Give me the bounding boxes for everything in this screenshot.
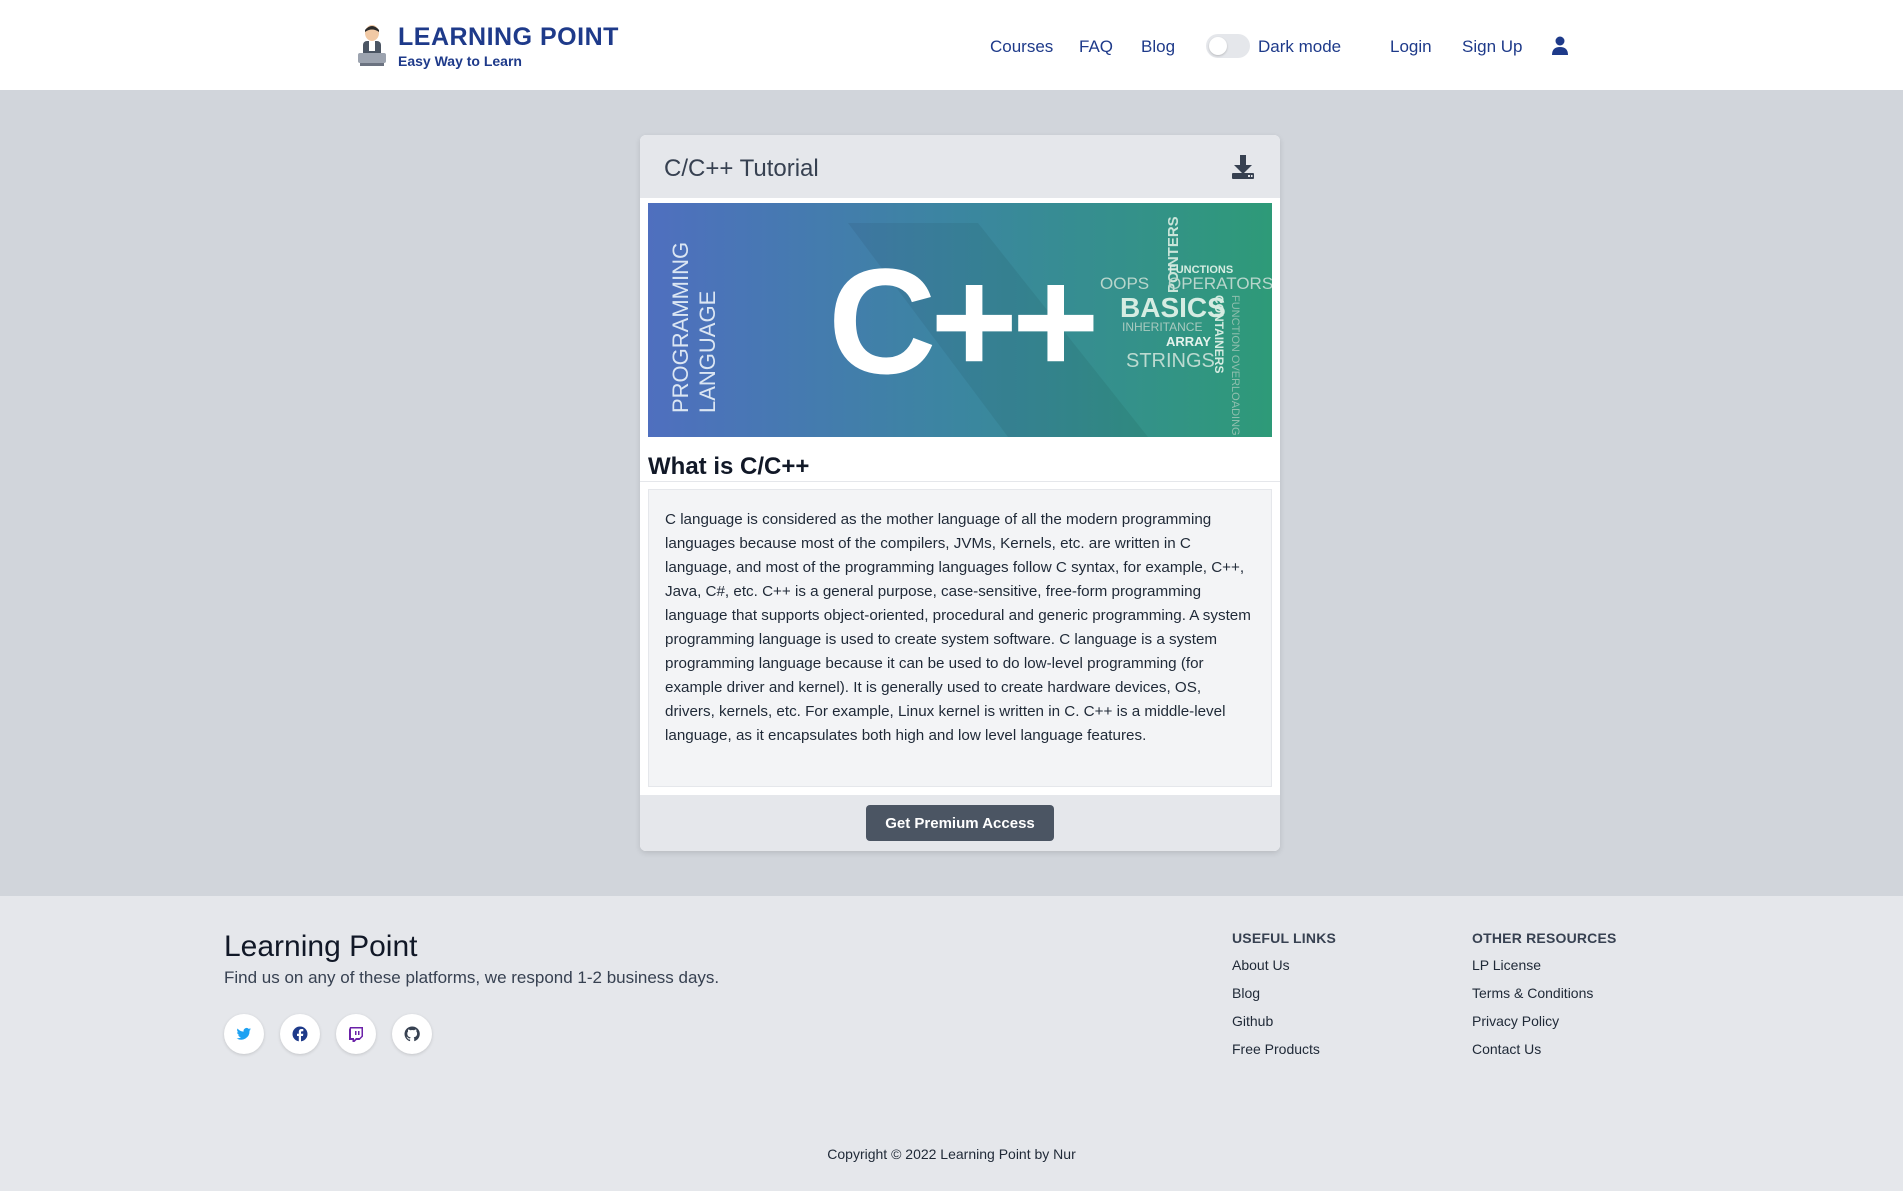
banner-word-oops: OOPS bbox=[1100, 274, 1149, 293]
site-logo[interactable]: LEARNING POINT Easy Way to Learn bbox=[356, 22, 619, 70]
facebook-button[interactable] bbox=[280, 1014, 320, 1054]
footer-link-free-products[interactable]: Free Products bbox=[1232, 1041, 1336, 1058]
banner-side-text-1: PROGRAMMING bbox=[668, 242, 693, 413]
banner-word-strings: STRINGS bbox=[1126, 350, 1215, 372]
banner-cpp-logo: C++ bbox=[828, 237, 1094, 405]
copyright-text: Copyright © 2022 Learning Point by Nur bbox=[827, 1146, 1076, 1162]
twitch-button[interactable] bbox=[336, 1014, 376, 1054]
nav-link-login[interactable]: Login bbox=[1390, 37, 1432, 57]
card-title: C/C++ Tutorial bbox=[664, 155, 819, 182]
download-icon[interactable] bbox=[1230, 153, 1256, 181]
footer-link-about-us[interactable]: About Us bbox=[1232, 957, 1336, 974]
footer-link-lp-license[interactable]: LP License bbox=[1472, 957, 1617, 974]
toggle-knob bbox=[1209, 37, 1227, 55]
section-divider bbox=[640, 481, 1280, 482]
footer-tagline: Find us on any of these platforms, we re… bbox=[224, 968, 720, 987]
dark-mode-toggle[interactable] bbox=[1206, 34, 1250, 58]
user-icon[interactable] bbox=[1551, 36, 1569, 56]
nav-link-signup[interactable]: Sign Up bbox=[1462, 37, 1522, 57]
github-button[interactable] bbox=[392, 1014, 432, 1054]
banner-side-text-2: LANGUAGE bbox=[695, 291, 720, 413]
nav-link-faq[interactable]: FAQ bbox=[1079, 37, 1113, 57]
logo-subtitle: Easy Way to Learn bbox=[398, 53, 522, 69]
description-box: C language is considered as the mother l… bbox=[648, 489, 1272, 787]
top-navbar: LEARNING POINT Easy Way to Learn Courses… bbox=[0, 0, 1903, 90]
useful-links-column: USEFUL LINKS About Us Blog Github Free P… bbox=[1232, 930, 1336, 1069]
banner-word-function-overloading: FUNCTION OVERLOADING bbox=[1229, 295, 1241, 436]
section-title: What is C/C++ bbox=[648, 453, 810, 480]
get-premium-access-button[interactable]: Get Premium Access bbox=[866, 805, 1054, 841]
site-footer: Learning Point Find us on any of these p… bbox=[0, 896, 1903, 1191]
facebook-icon bbox=[292, 1026, 308, 1042]
github-icon bbox=[404, 1026, 420, 1042]
twitter-icon bbox=[236, 1027, 251, 1040]
nav-link-courses[interactable]: Courses bbox=[990, 37, 1053, 57]
twitch-icon bbox=[349, 1027, 363, 1042]
nav-link-blog[interactable]: Blog bbox=[1141, 37, 1175, 57]
footer-link-github[interactable]: Github bbox=[1232, 1013, 1336, 1030]
footer-link-contact[interactable]: Contact Us bbox=[1472, 1041, 1617, 1058]
footer-link-blog[interactable]: Blog bbox=[1232, 985, 1336, 1002]
description-text: C language is considered as the mother l… bbox=[665, 511, 1251, 744]
banner-word-operators: OPERATORS bbox=[1168, 274, 1272, 293]
useful-links-title: USEFUL LINKS bbox=[1232, 930, 1337, 946]
dark-mode-label: Dark mode bbox=[1258, 37, 1342, 56]
footer-link-terms[interactable]: Terms & Conditions bbox=[1472, 985, 1617, 1002]
tutorial-card: C/C++ Tutorial PROGRAMMING LANGUAGE C++ … bbox=[640, 135, 1280, 851]
logo-title: LEARNING POINT bbox=[398, 23, 619, 51]
banner-word-basics: BASICS bbox=[1120, 292, 1226, 323]
other-resources-title: OTHER RESOURCES bbox=[1472, 930, 1617, 946]
cpp-banner-image: PROGRAMMING LANGUAGE C++ POINTERS FUNCTI… bbox=[648, 203, 1272, 437]
banner-word-inheritance: INHERITANCE bbox=[1122, 320, 1202, 334]
card-footer: Get Premium Access bbox=[640, 795, 1280, 851]
other-resources-column: OTHER RESOURCES LP License Terms & Condi… bbox=[1472, 930, 1617, 1069]
footer-link-privacy[interactable]: Privacy Policy bbox=[1472, 1013, 1617, 1030]
twitter-button[interactable] bbox=[224, 1014, 264, 1054]
footer-brand: Learning Point bbox=[224, 930, 418, 963]
avatar-logo-icon bbox=[358, 25, 386, 66]
card-header: C/C++ Tutorial bbox=[640, 135, 1280, 198]
banner-word-array: ARRAY bbox=[1166, 334, 1211, 349]
